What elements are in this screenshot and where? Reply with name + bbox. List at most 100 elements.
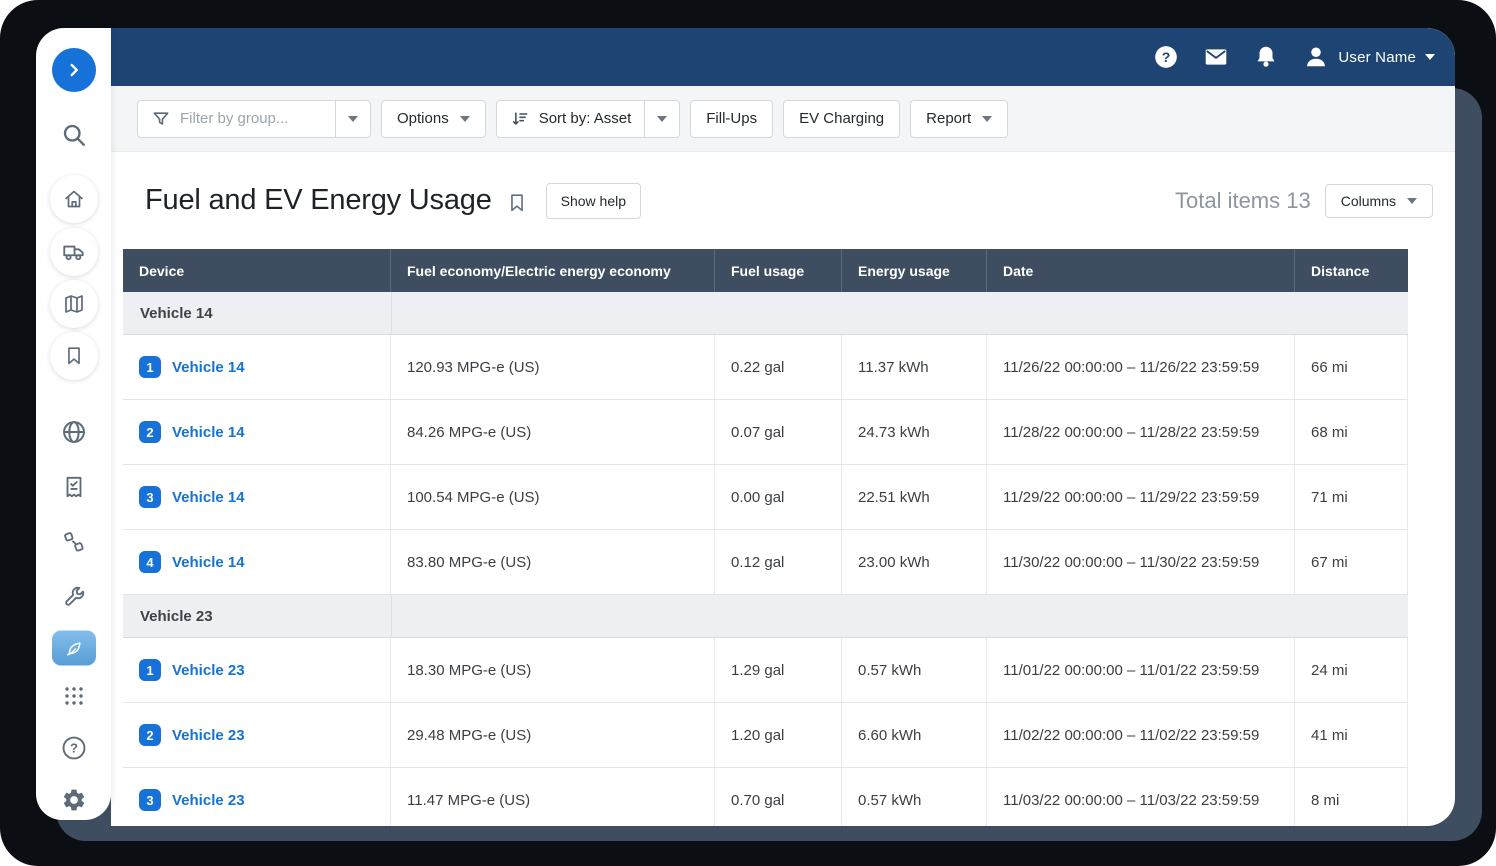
- energy-usage-cell: 11.37 kWh: [842, 335, 987, 399]
- date-cell: 11/02/22 00:00:00 – 11/02/22 23:59:59: [987, 703, 1295, 767]
- columns-caret-icon: [1407, 198, 1417, 204]
- device-cell: 1 Vehicle 23: [123, 638, 391, 702]
- device-link[interactable]: Vehicle 23: [172, 727, 245, 744]
- header-distance[interactable]: Distance: [1295, 249, 1408, 292]
- device-link[interactable]: Vehicle 23: [172, 792, 245, 809]
- sidebar-item-rules[interactable]: [61, 474, 87, 500]
- filter-by-group-input[interactable]: [180, 110, 322, 127]
- header-energy-usage[interactable]: Energy usage: [842, 249, 987, 292]
- show-help-label: Show help: [561, 193, 626, 209]
- distance-cell: 24 mi: [1295, 638, 1408, 702]
- row-index-badge: 1: [139, 356, 161, 378]
- notifications-bell-icon[interactable]: [1253, 44, 1279, 70]
- distance-cell: 41 mi: [1295, 703, 1408, 767]
- device-cell: 1 Vehicle 14: [123, 335, 391, 399]
- table-row[interactable]: 1 Vehicle 23 18.30 MPG-e (US) 1.29 gal 0…: [123, 638, 1408, 703]
- search-icon[interactable]: [60, 121, 88, 149]
- distance-cell: 68 mi: [1295, 400, 1408, 464]
- filter-by-group-control: [137, 100, 371, 138]
- filter-input-segment[interactable]: [138, 101, 335, 137]
- sidebar-item-maintenance-wrench[interactable]: [61, 584, 87, 610]
- columns-button[interactable]: Columns: [1325, 184, 1433, 218]
- sidebar-expand-button[interactable]: [52, 48, 96, 92]
- header-date[interactable]: Date: [987, 249, 1295, 292]
- energy-usage-cell: 23.00 kWh: [842, 530, 987, 594]
- sidebar-item-groups-globe[interactable]: [60, 418, 88, 446]
- table-row[interactable]: 2 Vehicle 14 84.26 MPG-e (US) 0.07 gal 2…: [123, 400, 1408, 465]
- options-button[interactable]: Options: [381, 100, 486, 138]
- help-icon[interactable]: ?: [1153, 44, 1179, 70]
- device-link[interactable]: Vehicle 14: [172, 554, 245, 571]
- date-cell: 11/01/22 00:00:00 – 11/01/22 23:59:59: [987, 638, 1295, 702]
- sidebar-item-home[interactable]: [50, 175, 98, 223]
- date-cell: 11/29/22 00:00:00 – 11/29/22 23:59:59: [987, 465, 1295, 529]
- device-link[interactable]: Vehicle 14: [172, 489, 245, 506]
- header-device[interactable]: Device: [123, 249, 391, 292]
- report-caret-icon: [982, 116, 992, 122]
- energy-usage-cell: 6.60 kWh: [842, 703, 987, 767]
- sidebar-item-settings-gear[interactable]: [61, 787, 87, 813]
- energy-usage-cell: 22.51 kWh: [842, 465, 987, 529]
- row-index-badge: 3: [139, 486, 161, 508]
- show-help-button[interactable]: Show help: [546, 183, 641, 219]
- fuel-economy-cell: 11.47 MPG-e (US): [391, 768, 715, 826]
- sidebar-item-zones[interactable]: [61, 529, 87, 555]
- energy-usage-cell: 0.57 kWh: [842, 768, 987, 826]
- svg-text:?: ?: [1162, 49, 1171, 65]
- table-row[interactable]: 4 Vehicle 14 83.80 MPG-e (US) 0.12 gal 2…: [123, 530, 1408, 595]
- distance-cell: 8 mi: [1295, 768, 1408, 826]
- ev-charging-label: EV Charging: [799, 110, 884, 127]
- sort-by-control: Sort by: Asset: [496, 100, 681, 138]
- table-row[interactable]: 3 Vehicle 23 11.47 MPG-e (US) 0.70 gal 0…: [123, 768, 1408, 826]
- row-index-badge: 2: [139, 421, 161, 443]
- device-link[interactable]: Vehicle 14: [172, 424, 245, 441]
- table-row[interactable]: 2 Vehicle 23 29.48 MPG-e (US) 1.20 gal 6…: [123, 703, 1408, 768]
- top-navigation-bar: ? User Name: [111, 28, 1455, 86]
- header-fuel-usage[interactable]: Fuel usage: [715, 249, 842, 292]
- fuel-economy-cell: 83.80 MPG-e (US): [391, 530, 715, 594]
- total-items-text: Total items 13: [1175, 188, 1311, 214]
- ev-charging-button[interactable]: EV Charging: [783, 100, 900, 138]
- user-menu[interactable]: User Name: [1303, 44, 1435, 70]
- user-name-label: User Name: [1338, 49, 1416, 66]
- fuel-usage-cell: 0.07 gal: [715, 400, 842, 464]
- messages-icon[interactable]: [1203, 44, 1229, 70]
- header-fuel-economy[interactable]: Fuel economy/Electric energy economy: [391, 249, 715, 292]
- device-link[interactable]: Vehicle 23: [172, 662, 245, 679]
- sidebar-item-map[interactable]: [50, 280, 98, 328]
- svg-text:?: ?: [70, 741, 78, 756]
- sidebar-item-help[interactable]: ?: [60, 735, 87, 762]
- table-row[interactable]: 1 Vehicle 14 120.93 MPG-e (US) 0.22 gal …: [123, 335, 1408, 400]
- fuel-energy-table: Device Fuel economy/Electric energy econ…: [123, 249, 1408, 826]
- date-cell: 11/03/22 00:00:00 – 11/03/22 23:59:59: [987, 768, 1295, 826]
- table-header-row: Device Fuel economy/Electric energy econ…: [123, 249, 1408, 292]
- fuel-usage-cell: 0.12 gal: [715, 530, 842, 594]
- fuel-economy-cell: 29.48 MPG-e (US): [391, 703, 715, 767]
- fuel-usage-cell: 0.22 gal: [715, 335, 842, 399]
- screenshot-stage: ? User Name: [0, 0, 1496, 866]
- device-link[interactable]: Vehicle 14: [172, 359, 245, 376]
- group-header-row[interactable]: Vehicle 23: [123, 595, 1408, 638]
- sort-icon: [510, 109, 530, 129]
- sidebar-item-bookmarks[interactable]: [50, 332, 98, 380]
- row-index-badge: 1: [139, 659, 161, 681]
- toolbar: Options Sort by: Asset Fill-Ups EV Char: [111, 86, 1455, 152]
- report-button[interactable]: Report: [910, 100, 1008, 138]
- date-cell: 11/28/22 00:00:00 – 11/28/22 23:59:59: [987, 400, 1295, 464]
- sidebar-item-sustainability-active[interactable]: [52, 631, 96, 666]
- sidebar-item-apps-grid[interactable]: [62, 684, 86, 708]
- fill-ups-button[interactable]: Fill-Ups: [690, 100, 773, 138]
- table-row[interactable]: 3 Vehicle 14 100.54 MPG-e (US) 0.00 gal …: [123, 465, 1408, 530]
- options-caret-icon: [460, 116, 470, 122]
- bookmark-page-icon[interactable]: [506, 192, 528, 214]
- filter-dropdown-toggle[interactable]: [335, 101, 370, 137]
- columns-label: Columns: [1341, 193, 1396, 209]
- fuel-usage-cell: 0.00 gal: [715, 465, 842, 529]
- sort-dropdown-toggle[interactable]: [644, 101, 679, 137]
- group-name-label: Vehicle 14: [140, 305, 213, 322]
- sort-by-button[interactable]: Sort by: Asset: [497, 101, 645, 137]
- distance-cell: 67 mi: [1295, 530, 1408, 594]
- sidebar-item-vehicles[interactable]: [50, 228, 98, 276]
- user-avatar-icon: [1303, 44, 1329, 70]
- group-header-row[interactable]: Vehicle 14: [123, 292, 1408, 335]
